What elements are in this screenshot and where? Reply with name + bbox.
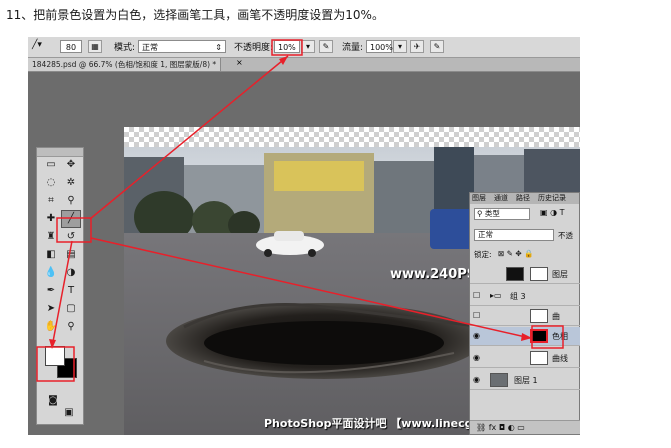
folder-icon: ▸▭ <box>490 291 502 300</box>
layer-name: 组 3 <box>510 292 526 301</box>
layers-footer: ⛓ fx ◘ ◐ ▭ <box>470 420 580 434</box>
close-icon[interactable]: × <box>236 58 243 67</box>
options-bar: ╱▾ 80 ▦ 模式: 正常 ⇕ 不透明度: 10% ▾ ✎ 流量: 100% … <box>28 37 580 58</box>
visibility-off-icon[interactable]: ☐ <box>473 311 483 320</box>
layer-mask-thumbnail <box>530 267 548 281</box>
layer-mask-thumbnail <box>530 309 548 323</box>
layer-row[interactable]: ☐ ▸▭ 组 3 <box>470 287 580 306</box>
hand-icon[interactable]: ✋ <box>43 320 59 334</box>
layer-thumbnail <box>506 267 524 281</box>
quick-mask-icon[interactable]: ◙ <box>45 394 61 408</box>
mask-icon[interactable]: ◘ <box>499 423 505 432</box>
opacity-dropdown-button[interactable]: ▾ <box>301 40 315 53</box>
layer-name: 曲线 <box>552 354 568 363</box>
mode-value: 正常 <box>142 43 158 52</box>
stamp-icon[interactable]: ♜ <box>43 230 59 244</box>
document-tab[interactable]: 184285.psd @ 66.7% (色相/饱和度 1, 图层蒙版/8) * <box>28 58 222 71</box>
eyedropper-icon[interactable]: ⚲ <box>63 194 79 208</box>
blend-mode-value: 正常 <box>478 230 493 239</box>
flow-dropdown-button[interactable]: ▾ <box>393 40 407 53</box>
opacity-value: 10% <box>278 43 296 52</box>
flow-input[interactable]: 100% <box>366 40 393 53</box>
tab-paths[interactable]: 路径 <box>516 193 530 204</box>
airbrush-icon[interactable]: ✈ <box>410 40 424 53</box>
flow-value: 100% <box>370 43 393 52</box>
path-select-icon[interactable]: ➤ <box>43 302 59 316</box>
lock-icons[interactable]: ⊠ ✎ ✥ 🔒 <box>498 249 533 258</box>
layer-row[interactable]: ◉ 图层 1 <box>470 371 580 390</box>
tab-history[interactable]: 历史记录 <box>538 193 566 204</box>
quick-select-icon[interactable]: ✲ <box>63 176 79 190</box>
pen-icon[interactable]: ✒ <box>43 284 59 298</box>
pressure-size-icon[interactable]: ✎ <box>430 40 444 53</box>
eraser-icon[interactable]: ◧ <box>43 248 59 262</box>
blur-icon[interactable]: 💧 <box>43 266 59 280</box>
layer-row-selected[interactable]: ◉ 色相 <box>470 327 580 346</box>
filter-image-icon[interactable]: ▣ ◑ T <box>540 208 565 217</box>
eye-icon[interactable]: ◉ <box>473 353 483 362</box>
photoshop-window: ╱▾ 80 ▦ 模式: 正常 ⇕ 不透明度: 10% ▾ ✎ 流量: 100% … <box>28 37 580 435</box>
tools-panel: ▭ ✥ ◌ ✲ ⌗ ⚲ ✚ ╱ ♜ ↺ ◧ ▤ 💧 ◑ ✒ T ➤ ▢ ✋ ⚲ … <box>36 147 84 425</box>
marquee-icon[interactable]: ▭ <box>43 158 59 172</box>
visibility-off-icon[interactable]: ☐ <box>473 291 483 300</box>
lock-label: 锁定: <box>474 250 492 259</box>
layer-thumbnail <box>490 373 508 387</box>
blend-mode-select[interactable]: 正常 <box>474 229 554 241</box>
fx-icon[interactable]: fx <box>489 423 497 432</box>
adjustment-icon[interactable]: ◐ <box>508 423 515 432</box>
mode-label: 模式: <box>114 43 136 53</box>
brush-preset-icon[interactable]: ╱▾ <box>32 40 42 50</box>
toolbox-grip[interactable] <box>37 148 83 157</box>
layer-row[interactable]: ◉ 曲线 <box>470 349 580 368</box>
tab-channels[interactable]: 通道 <box>494 193 508 204</box>
step-caption: 11、把前景色设置为白色，选择画笔工具，画笔不透明度设置为10%。 <box>6 8 384 22</box>
layer-name: 图层 <box>552 270 568 279</box>
folder-icon[interactable]: ▭ <box>517 423 525 432</box>
zoom-icon[interactable]: ⚲ <box>63 320 79 334</box>
brush-size-picker[interactable]: 80 <box>60 40 82 53</box>
history-brush-icon[interactable]: ↺ <box>63 230 79 244</box>
mode-select[interactable]: 正常 ⇕ <box>138 40 226 53</box>
foreground-color-swatch[interactable] <box>45 346 65 366</box>
opacity-label: 不透明度: <box>234 43 274 53</box>
screen-mode-icon[interactable]: ▣ <box>61 406 77 420</box>
brush-size-value: 80 <box>65 43 77 52</box>
search-icon: ⚲ <box>477 209 483 218</box>
lasso-icon[interactable]: ◌ <box>43 176 59 190</box>
type-icon[interactable]: T <box>63 284 79 298</box>
layer-mask-thumbnail <box>530 329 548 343</box>
layer-name: 图层 1 <box>514 376 538 385</box>
dodge-icon[interactable]: ◑ <box>63 266 79 280</box>
layer-row[interactable]: ☐ 曲 <box>470 307 580 326</box>
layers-panel-tabs: 图层 通道 路径 历史记录 <box>470 193 579 204</box>
layer-mask-thumbnail <box>530 351 548 365</box>
tab-layers[interactable]: 图层 <box>472 193 486 204</box>
layer-row[interactable]: 图层 <box>470 265 580 284</box>
move-icon[interactable]: ✥ <box>63 158 79 172</box>
layer-name: 色相 <box>552 332 568 341</box>
gradient-icon[interactable]: ▤ <box>63 248 79 262</box>
flow-label: 流量: <box>342 43 364 53</box>
layer-opacity-label: 不透 <box>558 231 573 240</box>
color-swatches <box>43 344 77 380</box>
document-tab-bar: 184285.psd @ 66.7% (色相/饱和度 1, 图层蒙版/8) * … <box>28 58 580 72</box>
layer-filter-select[interactable]: ⚲ 类型 <box>474 208 530 220</box>
crop-icon[interactable]: ⌗ <box>43 194 59 208</box>
brush-panel-icon[interactable]: ▦ <box>88 40 102 53</box>
healing-icon[interactable]: ✚ <box>43 212 59 226</box>
layer-filter-value: 类型 <box>484 209 500 218</box>
shape-icon[interactable]: ▢ <box>63 302 79 316</box>
eye-icon[interactable]: ◉ <box>473 375 483 384</box>
brush-icon[interactable]: ╱ <box>61 210 81 228</box>
opacity-input[interactable]: 10% <box>274 40 300 53</box>
eye-icon[interactable]: ◉ <box>473 331 483 340</box>
link-icon[interactable]: ⛓ <box>476 423 486 432</box>
pressure-opacity-icon[interactable]: ✎ <box>319 40 333 53</box>
layer-name: 曲 <box>552 312 560 321</box>
chevron-down-icon: ⇕ <box>215 43 222 52</box>
layers-panel: 图层 通道 路径 历史记录 ⚲ 类型 ▣ ◑ T 正常 不透 锁定: ⊠ ✎ ✥… <box>469 192 580 435</box>
